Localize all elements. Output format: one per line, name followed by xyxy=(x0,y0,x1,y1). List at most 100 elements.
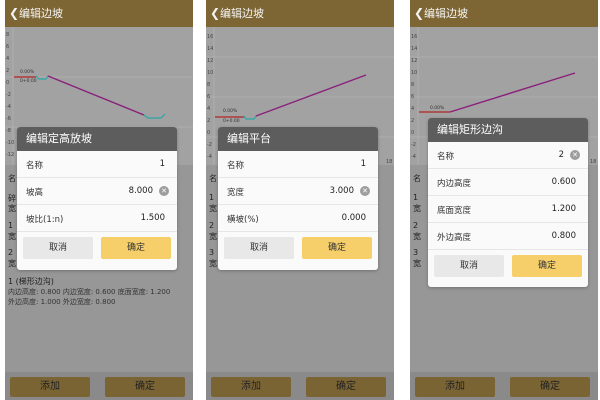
list-fragment: 宽 xyxy=(209,204,217,213)
y-tick-label: 2 xyxy=(207,118,210,124)
field-value[interactable]: 0.800 xyxy=(552,231,576,241)
y-tick-label: 6 xyxy=(6,44,9,50)
confirm-button[interactable]: 确定 xyxy=(510,377,590,397)
add-button[interactable]: 添加 xyxy=(415,377,495,397)
y-tick-label: 10 xyxy=(411,70,417,76)
field-value[interactable]: 1.200 xyxy=(552,204,576,214)
field-value[interactable]: 1.500 xyxy=(141,213,165,223)
confirm-button[interactable]: 确定 xyxy=(512,255,582,277)
field-value[interactable]: 0.000 xyxy=(342,213,366,223)
y-tick-label: 0 xyxy=(6,80,9,86)
y-tick-label: 4 xyxy=(207,106,210,112)
dialog-title: 编辑矩形边沟 xyxy=(428,118,588,142)
screen-2: ❮ 编辑边坡 16 14 12 10 8 6 4 2 0 -2 -4 0.00%… xyxy=(206,0,394,400)
y-tick-label: 0 xyxy=(411,130,414,136)
edit-dialog: 编辑平台 名称 1 宽度 3.000 ✕ 横坡(%) 0.000 取消 确定 xyxy=(218,127,378,270)
y-tick-label: 8 xyxy=(207,82,210,88)
title-bar: ❮ 编辑边坡 xyxy=(5,0,193,27)
field-label: 名称 xyxy=(26,161,44,171)
field-label: 名称 xyxy=(227,161,245,171)
y-tick-label: 2 xyxy=(6,68,9,74)
field-label: 外边高度 xyxy=(437,233,472,243)
field-row-outer-height[interactable]: 外边高度 0.800 xyxy=(428,223,588,250)
list-fragment: 2 xyxy=(209,221,215,230)
field-value[interactable]: 1 xyxy=(361,159,366,169)
list-fragment: 1 xyxy=(8,221,14,230)
dialog-button-row: 取消 确定 xyxy=(428,250,588,282)
screen-3: ❮ 编辑边坡 16 14 12 10 8 6 4 2 0 -2 -4 0.00%… xyxy=(410,0,598,400)
y-tick-label: 8 xyxy=(6,32,9,38)
field-row-bottom-width[interactable]: 底面宽度 1.200 xyxy=(428,196,588,223)
dialog-title: 编辑定高放坡 xyxy=(17,127,177,151)
y-tick-label: -2 xyxy=(6,92,11,98)
y-tick-label: 14 xyxy=(411,46,417,52)
y-tick-label: 12 xyxy=(411,58,417,64)
field-value[interactable]: 3.000 xyxy=(330,186,354,196)
cancel-button[interactable]: 取消 xyxy=(23,237,93,259)
bottom-bar: 添加 确定 xyxy=(206,372,394,400)
list-fragment: 2 xyxy=(8,248,14,257)
back-chevron-icon[interactable]: ❮ xyxy=(414,0,424,27)
add-button[interactable]: 添加 xyxy=(211,377,291,397)
clear-icon[interactable]: ✕ xyxy=(159,186,169,196)
y-tick-label: 2 xyxy=(411,118,414,124)
y-tick-label: 10 xyxy=(207,70,213,76)
ditch-profile-line xyxy=(35,75,49,80)
confirm-button[interactable]: 确定 xyxy=(306,377,386,397)
confirm-button[interactable]: 确定 xyxy=(302,237,372,259)
field-row-cross-slope[interactable]: 横坡(%) 0.000 xyxy=(218,205,378,232)
confirm-button[interactable]: 确定 xyxy=(105,377,185,397)
clear-icon[interactable]: ✕ xyxy=(570,150,580,160)
cancel-button[interactable]: 取消 xyxy=(434,255,504,277)
slope-line xyxy=(47,75,145,116)
field-value[interactable]: 1 xyxy=(160,159,165,169)
cancel-button[interactable]: 取消 xyxy=(224,237,294,259)
back-chevron-icon[interactable]: ❮ xyxy=(210,0,220,27)
dialog-button-row: 取消 确定 xyxy=(17,232,177,264)
field-label: 内边高度 xyxy=(437,179,472,189)
field-row-ratio[interactable]: 坡比(1:n) 1.500 xyxy=(17,205,177,232)
y-tick-label: 16 xyxy=(207,34,213,40)
slope-line xyxy=(255,74,367,117)
field-value[interactable]: 8.000 xyxy=(129,186,153,196)
field-label: 宽度 xyxy=(227,188,245,198)
y-tick-label: 16 xyxy=(411,34,417,40)
field-value[interactable]: 0.600 xyxy=(552,177,576,187)
list-item-detail: 内边高度: 0.800 内边宽度: 0.600 底面宽度: 1.200 xyxy=(8,288,171,296)
field-label: 底面宽度 xyxy=(437,206,472,216)
y-tick-label: 6 xyxy=(207,94,210,100)
field-label: 坡高 xyxy=(26,188,44,198)
clear-icon[interactable]: ✕ xyxy=(360,186,370,196)
field-row-width[interactable]: 宽度 3.000 ✕ xyxy=(218,178,378,205)
add-button[interactable]: 添加 xyxy=(10,377,90,397)
list-fragment: 宽 xyxy=(8,259,16,268)
page-title: 编辑边坡 xyxy=(424,7,468,20)
list-fragment: 宽 xyxy=(413,232,421,241)
field-row-height[interactable]: 坡高 8.000 ✕ xyxy=(17,178,177,205)
y-tick-label: -4 xyxy=(411,154,416,160)
edit-dialog: 编辑定高放坡 名称 1 坡高 8.000 ✕ 坡比(1:n) 1.500 取消 … xyxy=(17,127,177,270)
list-fragment: 宽 xyxy=(8,204,16,213)
y-tick-label: 14 xyxy=(207,46,213,52)
field-row-name[interactable]: 名称 1 xyxy=(17,151,177,178)
list-fragment: 宽 xyxy=(209,259,217,268)
field-row-name[interactable]: 名称 1 xyxy=(218,151,378,178)
list-fragment: 2 xyxy=(413,221,419,230)
y-tick-label: -2 xyxy=(411,142,416,148)
field-value[interactable]: 2 xyxy=(559,150,564,160)
y-tick-label: -8 xyxy=(6,128,11,134)
field-row-name[interactable]: 名称 2 ✕ xyxy=(428,142,588,169)
field-row-inner-height[interactable]: 内边高度 0.600 xyxy=(428,169,588,196)
list-item-title[interactable]: 1 (梯形边沟) xyxy=(8,276,54,287)
back-chevron-icon[interactable]: ❮ xyxy=(9,0,19,27)
list-fragment: 宽 xyxy=(413,204,421,213)
list-fragment: 宽 xyxy=(8,232,16,241)
y-tick-label: 4 xyxy=(6,56,9,62)
confirm-button[interactable]: 确定 xyxy=(101,237,171,259)
station-annotation: 0+0.00 xyxy=(20,78,37,84)
list-fragment: 名 xyxy=(8,174,16,183)
y-tick-label: 8 xyxy=(411,82,414,88)
list-fragment: 宽 xyxy=(209,232,217,241)
slope-line xyxy=(449,72,576,113)
station-annotation: 0+0.00 xyxy=(223,118,240,124)
